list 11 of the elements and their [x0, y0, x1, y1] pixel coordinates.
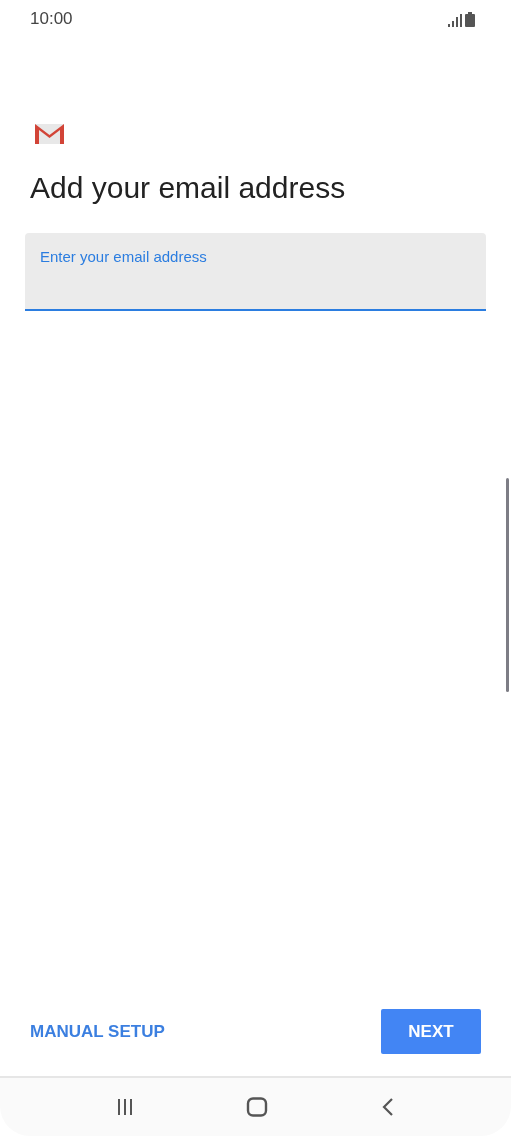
- mail-logo-icon: [35, 123, 64, 144]
- manual-setup-button[interactable]: MANUAL SETUP: [30, 1011, 165, 1052]
- next-button[interactable]: NEXT: [381, 1009, 481, 1054]
- page-title: Add your email address: [30, 170, 347, 206]
- back-icon[interactable]: [380, 1097, 395, 1117]
- signal-icon: [448, 13, 462, 27]
- recent-apps-icon[interactable]: [116, 1098, 135, 1116]
- email-input-field[interactable]: Enter your email address: [25, 233, 486, 311]
- status-time: 10:00: [30, 9, 73, 29]
- home-icon[interactable]: [246, 1097, 269, 1117]
- battery-icon: [465, 11, 475, 27]
